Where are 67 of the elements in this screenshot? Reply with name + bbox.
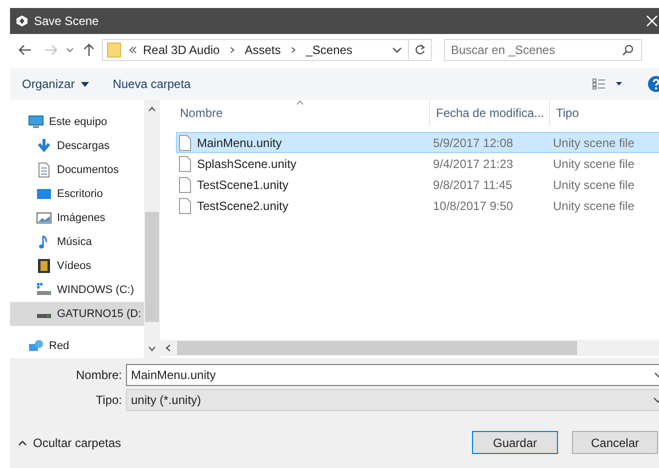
- file-icon: [179, 156, 191, 172]
- folder-icon: [107, 42, 121, 58]
- sidebar-item[interactable]: WINDOWS (C:): [10, 278, 144, 302]
- caret-up-icon: [18, 440, 27, 446]
- image-icon: [36, 210, 52, 226]
- refresh-icon[interactable]: [414, 44, 426, 56]
- file-icon: [179, 176, 191, 192]
- breadcrumb[interactable]: Assets: [244, 41, 281, 59]
- breadcrumb[interactable]: Real 3D Audio: [143, 41, 220, 59]
- breadcrumb[interactable]: _Scenes: [306, 41, 352, 59]
- sidebar-item[interactable]: Este equipo: [10, 110, 144, 134]
- document-icon: [36, 162, 52, 178]
- file-type-dropdown[interactable]: unity (*.unity): [126, 389, 659, 411]
- sidebar-scrollbar[interactable]: [144, 100, 160, 358]
- scroll-down-icon[interactable]: [148, 346, 156, 352]
- column-header[interactable]: Nombre: [160, 100, 430, 126]
- network-icon: [28, 338, 44, 354]
- sidebar-item[interactable]: Red: [10, 334, 144, 358]
- file-icon: [179, 198, 191, 214]
- drive-icon: [36, 314, 52, 318]
- sidebar-item[interactable]: GATURNO15 (D:: [10, 302, 144, 326]
- dropdown-caret-icon[interactable]: [392, 45, 402, 55]
- drive-icon: [36, 282, 52, 298]
- film-icon: [36, 258, 52, 274]
- save-button[interactable]: Guardar: [472, 431, 558, 454]
- file-icon: [179, 134, 191, 150]
- sidebar-item[interactable]: Documentos: [10, 158, 144, 182]
- column-header[interactable]: Fecha de modifica...: [430, 100, 550, 126]
- overflow-chevron-icon[interactable]: [129, 46, 137, 54]
- sidebar-item[interactable]: Música: [10, 230, 144, 254]
- file-row[interactable]: MainMenu.unity 5/9/2017 12:08 Unity scene file: [176, 132, 659, 153]
- search-icon[interactable]: [622, 44, 634, 56]
- caret-icon: [80, 82, 89, 86]
- cancel-button[interactable]: Cancelar: [572, 431, 658, 454]
- sidebar-item[interactable]: Descargas: [10, 134, 144, 158]
- sidebar-item[interactable]: Vídeos: [10, 254, 144, 278]
- unity-logo-icon: [16, 15, 28, 27]
- scrollbar-thumb[interactable]: [145, 212, 159, 322]
- field-label: Nombre:: [74, 367, 123, 384]
- chevron-icon: [290, 46, 296, 54]
- up-arrow-icon[interactable]: [82, 43, 96, 57]
- close-icon[interactable]: [646, 15, 658, 27]
- new-folder-button[interactable]: Nueva carpeta: [112, 75, 191, 93]
- sort-caret-icon[interactable]: [296, 100, 304, 105]
- sidebar-item[interactable]: Imágenes: [10, 206, 144, 230]
- sidebar-item[interactable]: Escritorio: [10, 182, 144, 206]
- search-field[interactable]: Buscar en _Scenes: [444, 39, 642, 61]
- column-header[interactable]: Tipo: [550, 100, 579, 126]
- chevron-icon: [230, 46, 235, 54]
- scroll-up-icon[interactable]: [148, 106, 156, 112]
- address-bar[interactable]: Real 3D Audio Assets _Scenes: [102, 39, 432, 61]
- hide-folders-button[interactable]: Ocultar carpetas: [18, 434, 122, 452]
- file-name-field[interactable]: MainMenu.unity: [126, 364, 659, 386]
- view-options-icon[interactable]: [592, 78, 624, 90]
- desktop-icon: [36, 186, 52, 202]
- back-arrow-icon[interactable]: [18, 43, 32, 57]
- field-label: Tipo:: [94, 392, 123, 409]
- window-title: Save Scene: [34, 13, 99, 30]
- scrollbar-thumb[interactable]: [177, 341, 577, 355]
- down-arrow-icon: [36, 138, 52, 154]
- computer-icon: [28, 114, 44, 130]
- file-row[interactable]: SplashScene.unity 9/4/2017 21:23 Unity scene file: [176, 153, 659, 174]
- organize-menu-button[interactable]: Organizar: [22, 75, 89, 93]
- caret-icon[interactable]: [66, 46, 74, 54]
- scroll-left-icon[interactable]: [165, 344, 171, 352]
- file-row[interactable]: TestScene1.unity 9/8/2017 11:45 Unity scene file: [176, 174, 659, 195]
- file-row[interactable]: TestScene2.unity 10/8/2017 9:50 Unity scene file: [176, 195, 659, 216]
